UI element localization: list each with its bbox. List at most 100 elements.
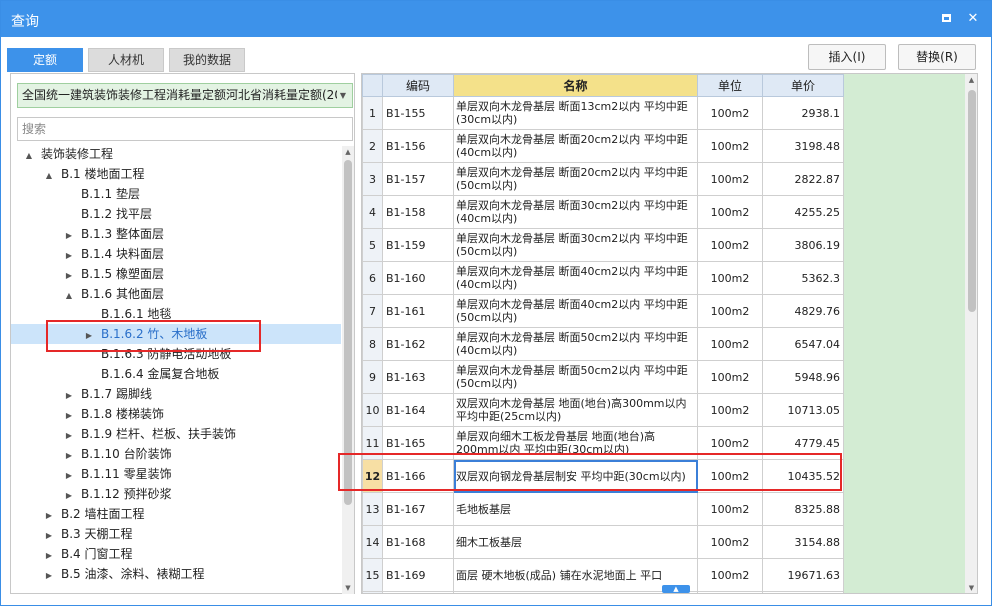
scroll-down-icon[interactable]: ▼ bbox=[342, 582, 354, 594]
cell-price[interactable]: 4829.76 bbox=[762, 294, 844, 328]
replace-button[interactable]: 替换(R) bbox=[898, 44, 976, 70]
cell-price[interactable]: 3806.19 bbox=[762, 228, 844, 262]
row-number[interactable]: 1 bbox=[362, 96, 383, 130]
table-row[interactable]: 1 B1-155 单层双向木龙骨基层 断面13cm2以内 平均中距(30cm以内) 1… bbox=[362, 96, 844, 130]
cell-code[interactable]: B1-156 bbox=[382, 129, 454, 163]
tree-node[interactable]: ▶ B.1.10 台阶装饰 bbox=[11, 444, 341, 464]
table-row[interactable]: 16B1-170面层 硬木地板(成品) 铺在水泥地面上 企口100m221970… bbox=[362, 591, 844, 593]
cell-unit[interactable]: 100m2 bbox=[697, 525, 763, 559]
tree-scroll-thumb[interactable] bbox=[344, 160, 352, 505]
cell-price[interactable]: 2822.87 bbox=[762, 162, 844, 196]
cell-code[interactable]: B1-164 bbox=[382, 393, 454, 427]
cell-unit[interactable]: 100m2 bbox=[697, 162, 763, 196]
scroll-up-icon[interactable]: ▲ bbox=[965, 74, 977, 87]
table-row[interactable]: 4 B1-158 单层双向木龙骨基层 断面30cm2以内 平均中距(40cm以内) 1… bbox=[362, 195, 844, 229]
cell-unit[interactable]: 100m2 bbox=[697, 492, 763, 526]
scroll-up-icon[interactable]: ▲ bbox=[342, 146, 354, 158]
cell-name[interactable]: 单层双向细木工板龙骨基层 地面(地台)高200mm以内 平均中距(30cm以内) bbox=[453, 426, 698, 460]
row-number[interactable]: 16 bbox=[362, 591, 383, 593]
cell-code[interactable]: B1-170 bbox=[382, 591, 454, 593]
row-number[interactable]: 6 bbox=[362, 261, 383, 295]
expand-icon[interactable]: ▶ bbox=[43, 566, 55, 586]
grid-scroll-thumb[interactable] bbox=[968, 90, 976, 312]
expand-icon[interactable]: ▶ bbox=[43, 546, 55, 566]
tree-node[interactable]: ▶ B.4 门窗工程 bbox=[11, 544, 341, 564]
cell-name[interactable]: 双层双向木龙骨基层 地面(地台)高300mm以内 平均中距(25cm以内) bbox=[453, 393, 698, 427]
cell-unit[interactable]: 100m2 bbox=[697, 558, 763, 592]
tab-quota[interactable]: 定额 bbox=[7, 48, 83, 72]
cell-price[interactable]: 3198.48 bbox=[762, 129, 844, 163]
expand-icon[interactable]: ▶ bbox=[63, 406, 75, 426]
cell-unit[interactable]: 100m2 bbox=[697, 261, 763, 295]
cell-price[interactable]: 2938.1 bbox=[762, 96, 844, 130]
row-number[interactable]: 10 bbox=[362, 393, 383, 427]
expand-icon[interactable]: ▶ bbox=[63, 386, 75, 406]
cell-code[interactable]: B1-166 bbox=[382, 459, 454, 493]
cell-name[interactable]: 单层双向木龙骨基层 断面20cm2以内 平均中距(50cm以内) bbox=[453, 162, 698, 196]
table-row[interactable]: 7 B1-161 单层双向木龙骨基层 断面40cm2以内 平均中距(50cm以内) 1… bbox=[362, 294, 844, 328]
table-row[interactable]: 9 B1-163 单层双向木龙骨基层 断面50cm2以内 平均中距(50cm以内) 1… bbox=[362, 360, 844, 394]
search-input[interactable]: 搜索 bbox=[17, 117, 353, 141]
expand-icon[interactable]: ▶ bbox=[63, 446, 75, 466]
row-number[interactable]: 2 bbox=[362, 129, 383, 163]
collapse-icon[interactable]: ▲ bbox=[23, 146, 35, 166]
cell-unit[interactable]: 100m2 bbox=[697, 393, 763, 427]
table-row[interactable]: 8 B1-162 单层双向木龙骨基层 断面50cm2以内 平均中距(40cm以内) 1… bbox=[362, 327, 844, 361]
table-row[interactable]: 6 B1-160 单层双向木龙骨基层 断面40cm2以内 平均中距(40cm以内) 1… bbox=[362, 261, 844, 295]
tree-node[interactable]: ▶ B.1.3 整体面层 bbox=[11, 224, 341, 244]
cell-unit[interactable]: 100m2 bbox=[697, 195, 763, 229]
tree-node[interactable]: ▶ B.1.7 踢脚线 bbox=[11, 384, 341, 404]
row-number[interactable]: 15 bbox=[362, 558, 383, 592]
tree-node[interactable]: ▶ B.3 天棚工程 bbox=[11, 524, 341, 544]
chevron-down-icon[interactable]: ▼ bbox=[337, 84, 349, 107]
insert-button[interactable]: 插入(I) bbox=[808, 44, 886, 70]
tree-node[interactable]: ▶ B.1.6.2 竹、木地板 bbox=[11, 324, 341, 344]
table-row[interactable]: 12 B1-166 双层双向钢龙骨基层制安 平均中距(30cm以内) 100m2 104… bbox=[362, 459, 844, 493]
tree-node[interactable]: B.1.1 垫层 bbox=[11, 184, 341, 204]
cell-code[interactable]: B1-163 bbox=[382, 360, 454, 394]
row-number[interactable]: 8 bbox=[362, 327, 383, 361]
quota-library-select[interactable]: 全国统一建筑装饰装修工程消耗量定额河北省消耗量定额(20 ▼ bbox=[17, 83, 353, 108]
tab-labor-material-machine[interactable]: 人材机 bbox=[88, 48, 164, 72]
row-number[interactable]: 13 bbox=[362, 492, 383, 526]
header-name[interactable]: 名称 bbox=[453, 74, 698, 97]
tree-scrollbar[interactable]: ▲ ▼ bbox=[342, 146, 354, 594]
expand-icon[interactable]: ▶ bbox=[63, 466, 75, 486]
cell-code[interactable]: B1-155 bbox=[382, 96, 454, 130]
cell-price[interactable]: 4779.45 bbox=[762, 426, 844, 460]
cell-unit[interactable]: 100m2 bbox=[697, 129, 763, 163]
row-number[interactable]: 12 bbox=[362, 459, 383, 493]
cell-price[interactable]: 19671.63 bbox=[762, 558, 844, 592]
header-price[interactable]: 单价 bbox=[762, 74, 844, 97]
row-number[interactable]: 7 bbox=[362, 294, 383, 328]
tree-node[interactable]: ▶ B.1.4 块料面层 bbox=[11, 244, 341, 264]
header-unit[interactable]: 单位 bbox=[697, 74, 763, 97]
cell-unit[interactable]: 100m2 bbox=[697, 96, 763, 130]
tree-node[interactable]: ▲ B.1.6 其他面层 bbox=[11, 284, 341, 304]
table-row[interactable]: 13 B1-167 毛地板基层 100m2 8325.88 bbox=[362, 492, 844, 526]
cell-price[interactable]: 4255.25 bbox=[762, 195, 844, 229]
row-number[interactable]: 4 bbox=[362, 195, 383, 229]
cell-price[interactable]: 5948.96 bbox=[762, 360, 844, 394]
row-number[interactable]: 14 bbox=[362, 525, 383, 559]
close-icon[interactable]: ✕ bbox=[964, 10, 982, 28]
tree-node[interactable]: ▲ 装饰装修工程 bbox=[11, 144, 341, 164]
tree-node[interactable]: B.1.6.4 金属复合地板 bbox=[11, 364, 341, 384]
cell-name[interactable]: 面层 硬木地板(成品) 铺在水泥地面上 企口 bbox=[453, 591, 698, 593]
cell-name[interactable]: 单层双向木龙骨基层 断面40cm2以内 平均中距(50cm以内) bbox=[453, 294, 698, 328]
expand-icon[interactable]: ▶ bbox=[63, 486, 75, 506]
maximize-icon[interactable] bbox=[937, 10, 955, 28]
cell-code[interactable]: B1-160 bbox=[382, 261, 454, 295]
scroll-down-icon[interactable]: ▼ bbox=[965, 582, 977, 593]
cell-code[interactable]: B1-158 bbox=[382, 195, 454, 229]
cell-name[interactable]: 单层双向木龙骨基层 断面13cm2以内 平均中距(30cm以内) bbox=[453, 96, 698, 130]
collapse-icon[interactable]: ▲ bbox=[43, 166, 55, 186]
cell-code[interactable]: B1-161 bbox=[382, 294, 454, 328]
expand-icon[interactable]: ▶ bbox=[63, 266, 75, 286]
cell-name[interactable]: 面层 硬木地板(成品) 铺在水泥地面上 平口 bbox=[453, 558, 698, 592]
cell-code[interactable]: B1-168 bbox=[382, 525, 454, 559]
expand-icon[interactable]: ▶ bbox=[63, 226, 75, 246]
cell-name[interactable]: 单层双向木龙骨基层 断面30cm2以内 平均中距(50cm以内) bbox=[453, 228, 698, 262]
cell-unit[interactable]: 100m2 bbox=[697, 591, 763, 593]
cell-price[interactable]: 6547.04 bbox=[762, 327, 844, 361]
